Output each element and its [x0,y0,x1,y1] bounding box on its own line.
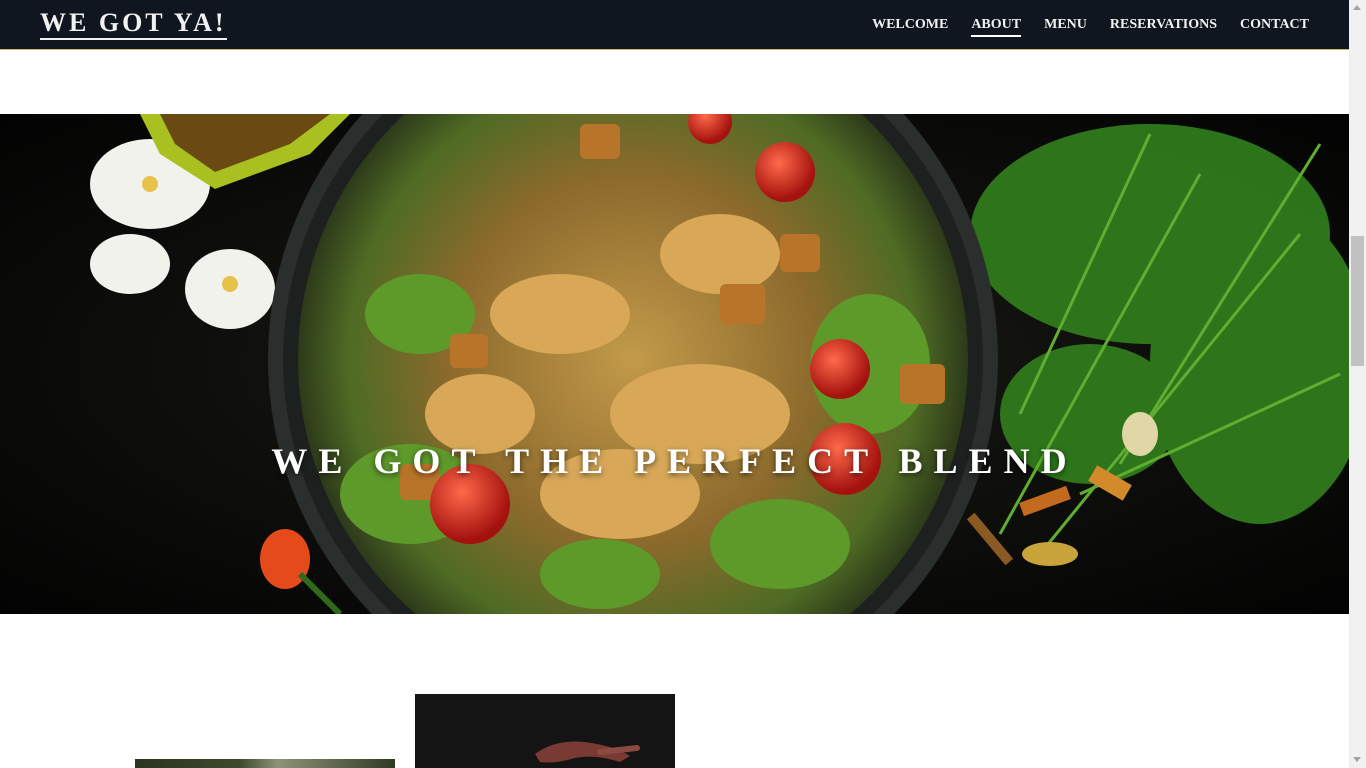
scrollbar-thumb[interactable] [1351,236,1364,366]
scroll-up-arrow-icon[interactable] [1353,5,1361,10]
top-navbar: WE GOT YA! WELCOME ABOUT MENU RESERVATIO… [0,0,1349,50]
hero-title: WE GOT THE PERFECT BLEND [271,441,1078,481]
nav-link-welcome[interactable]: WELCOME [872,16,948,37]
page: WE GOT YA! WELCOME ABOUT MENU RESERVATIO… [0,0,1349,768]
vertical-scrollbar[interactable] [1349,0,1366,768]
nav-link-contact[interactable]: CONTACT [1240,16,1309,37]
nav-link-about[interactable]: ABOUT [971,16,1022,37]
main-nav: WELCOME ABOUT MENU RESERVATIONS CONTACT [872,16,1309,37]
hero-banner: WE GOT THE PERFECT BLEND [0,114,1349,614]
salad-bowl-image [0,114,1349,614]
hand-image [415,694,675,768]
brand-logo-link[interactable]: WE GOT YA! [40,8,227,40]
scroll-down-arrow-icon[interactable] [1353,757,1361,762]
gallery-image-food [135,759,395,768]
nav-link-reservations[interactable]: RESERVATIONS [1110,16,1217,37]
nav-link-menu[interactable]: MENU [1044,16,1087,37]
gallery-image-hand [415,694,675,768]
